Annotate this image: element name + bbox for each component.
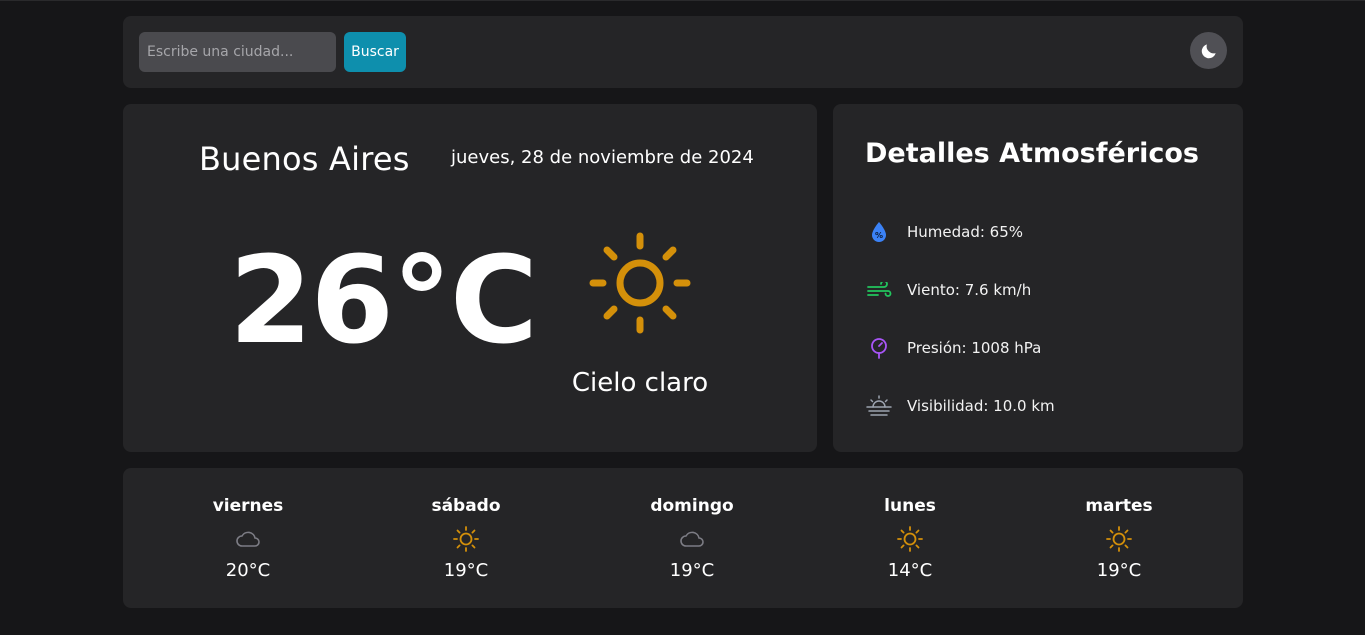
forecast-temp: 20°C [225, 560, 271, 581]
forecast-temp: 19°C [1096, 560, 1142, 581]
forecast-temp: 19°C [443, 560, 489, 581]
forecast-day-name: viernes [212, 496, 284, 516]
forecast-day: sábado 19°C [406, 496, 526, 581]
details-title: Detalles Atmosféricos [865, 138, 1199, 169]
forecast-temp: 19°C [669, 560, 715, 581]
svg-text:%: % [875, 231, 883, 240]
condition-text: Cielo claro [571, 368, 709, 398]
wind-value: Viento: 7.6 km/h [907, 281, 1032, 299]
forecast-day-name: sábado [431, 496, 501, 516]
humidity-drop-icon: % [872, 222, 886, 242]
moon-icon [1201, 43, 1216, 58]
forecast-day-name: martes [1085, 496, 1153, 516]
forecast-day: domingo 19°C [632, 496, 752, 581]
search-bar: Buscar [123, 16, 1243, 88]
detail-visibility: Visibilidad: 10.0 km [865, 392, 1055, 420]
forecast-day: martes 19°C [1059, 496, 1179, 581]
forecast-day: lunes 14°C [850, 496, 970, 581]
current-date: jueves, 28 de noviembre de 2024 [451, 147, 754, 168]
detail-humidity: % Humedad: 65% [865, 218, 1023, 246]
city-search-input[interactable] [139, 32, 336, 72]
theme-toggle-button[interactable] [1190, 32, 1227, 69]
current-weather-card: Buenos Aires jueves, 28 de noviembre de … [123, 104, 817, 452]
forecast-day-name: lunes [884, 496, 936, 516]
forecast-card: viernes 20°C sábado 19°C domingo 19°C lu… [123, 468, 1243, 608]
cloud-icon [680, 531, 704, 547]
detail-wind: Viento: 7.6 km/h [865, 276, 1031, 304]
pressure-gauge-icon [871, 338, 887, 359]
wind-icon [867, 282, 892, 297]
current-temperature: 26°C [229, 232, 538, 371]
sun-icon [897, 526, 923, 552]
cloud-icon [236, 531, 260, 547]
forecast-day-name: domingo [650, 496, 734, 516]
visibility-value: Visibilidad: 10.0 km [907, 397, 1055, 415]
forecast-day: viernes 20°C [188, 496, 308, 581]
forecast-temp: 14°C [887, 560, 933, 581]
pressure-value: Presión: 1008 hPa [907, 339, 1042, 357]
detail-pressure: Presión: 1008 hPa [865, 334, 1041, 362]
search-button[interactable]: Buscar [344, 32, 406, 72]
sun-icon [453, 526, 479, 552]
atmospheric-details-card: Detalles Atmosféricos % Humedad: 65% Vie… [833, 104, 1243, 452]
visibility-sun-haze-icon [866, 395, 892, 416]
humidity-value: Humedad: 65% [907, 223, 1024, 241]
sun-icon [1106, 526, 1132, 552]
city-name: Buenos Aires [199, 140, 410, 178]
sun-icon [589, 232, 691, 334]
